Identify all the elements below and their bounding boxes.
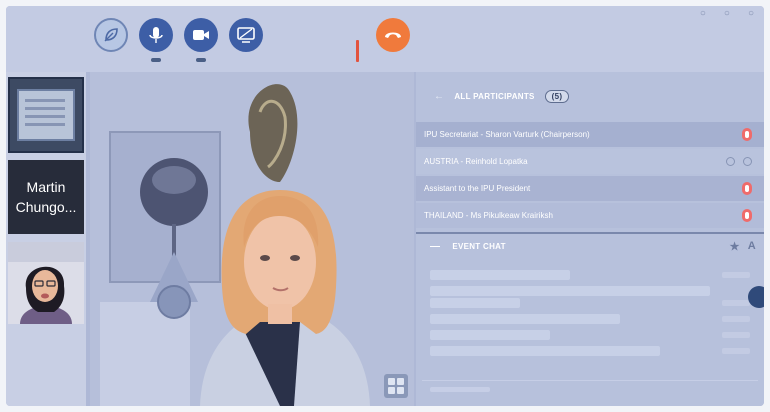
back-arrow-icon[interactable]: ← <box>434 91 444 102</box>
camera-button[interactable] <box>184 18 218 52</box>
shared-document-preview <box>17 89 75 141</box>
microphone-button[interactable] <box>139 18 173 52</box>
meeting-toolbar: ○ ○ ○ <box>6 6 764 72</box>
muted-mic-icon <box>742 209 752 222</box>
hang-up-icon <box>385 32 401 38</box>
participant-row[interactable]: Assistant to the IPU President <box>416 176 764 201</box>
event-chat-header[interactable]: — EVENT CHAT ★ A <box>416 236 764 256</box>
participant-name: IPU Secretariat - Sharon Varturk (Chairp… <box>424 130 590 139</box>
participant-row[interactable]: THAILAND - Ms Pikulkeaw Krairiksh <box>416 203 764 228</box>
video-status-icon <box>743 157 752 166</box>
event-chat-title: EVENT CHAT <box>452 241 506 251</box>
shared-screen-thumbnail[interactable] <box>8 77 84 153</box>
pin-icon[interactable]: ★ <box>730 240 740 253</box>
chat-input-placeholder <box>430 387 490 392</box>
chat-message <box>430 330 550 340</box>
chat-timestamp <box>722 272 750 278</box>
reaction-button[interactable] <box>94 18 128 52</box>
participant-thumbnails: Martin Chungo... <box>6 72 86 406</box>
participant-name: AUSTRIA - Reinhold Lopatka <box>424 157 528 166</box>
screen-share-icon <box>237 27 255 43</box>
font-size-icon[interactable]: A <box>748 240 756 253</box>
chat-message <box>430 298 520 308</box>
panel-divider <box>416 232 764 234</box>
participant-name-label: Martin Chungo... <box>15 179 77 215</box>
hang-up-button[interactable] <box>376 18 410 52</box>
participant-camera-thumbnail[interactable] <box>8 242 84 324</box>
chat-message <box>430 346 660 356</box>
side-panel: ← ALL PARTICIPANTS (5) IPU Secretariat -… <box>416 72 764 406</box>
chat-timestamp <box>722 348 750 354</box>
collapse-arrow-icon[interactable]: — <box>430 241 440 252</box>
mic-status-icon <box>726 157 735 166</box>
participant-name: Assistant to the IPU President <box>424 184 531 193</box>
camera-status-dot <box>196 58 206 62</box>
chat-message <box>430 286 710 296</box>
microphone-status-dot <box>151 58 161 62</box>
chat-timestamp <box>722 332 750 338</box>
window-control-icon[interactable]: ○ <box>748 8 754 19</box>
participant-row[interactable]: AUSTRIA - Reinhold Lopatka <box>416 149 764 174</box>
leaf-icon <box>104 28 118 42</box>
chat-message <box>430 270 570 280</box>
leave-indicator <box>356 40 359 62</box>
participant-name-tile[interactable]: Martin Chungo... <box>8 160 84 234</box>
muted-mic-icon <box>742 128 752 141</box>
layout-grid-icon[interactable] <box>384 374 408 398</box>
participant-video-image <box>8 242 84 324</box>
chat-timestamp <box>722 300 750 306</box>
speaker-video-image <box>90 72 414 406</box>
participant-status-icons <box>726 157 752 166</box>
microphone-icon <box>149 27 163 43</box>
chat-header-icons: ★ A <box>730 240 756 253</box>
participants-title: ALL PARTICIPANTS <box>454 91 535 101</box>
video-conference-window: ○ ○ ○ Martin Chungo... ← ALL PARTICIPANT… <box>6 6 764 406</box>
participant-name: THAILAND - Ms Pikulkeaw Krairiksh <box>424 211 553 220</box>
screen-share-button[interactable] <box>229 18 263 52</box>
muted-mic-icon <box>742 182 752 195</box>
scroll-to-latest-button[interactable] <box>748 286 764 308</box>
active-speaker-video <box>90 72 414 406</box>
window-control-icon[interactable]: ○ <box>700 8 706 19</box>
window-control-icon[interactable]: ○ <box>724 8 730 19</box>
window-controls: ○ ○ ○ <box>700 8 754 19</box>
participants-count-badge: (5) <box>544 89 570 103</box>
chat-input[interactable] <box>422 380 758 398</box>
participant-row[interactable]: IPU Secretariat - Sharon Varturk (Chairp… <box>416 122 764 147</box>
chat-timestamp <box>722 316 750 322</box>
camera-icon <box>193 30 209 40</box>
participants-header[interactable]: ← ALL PARTICIPANTS (5) <box>416 86 764 106</box>
chat-message <box>430 314 620 324</box>
